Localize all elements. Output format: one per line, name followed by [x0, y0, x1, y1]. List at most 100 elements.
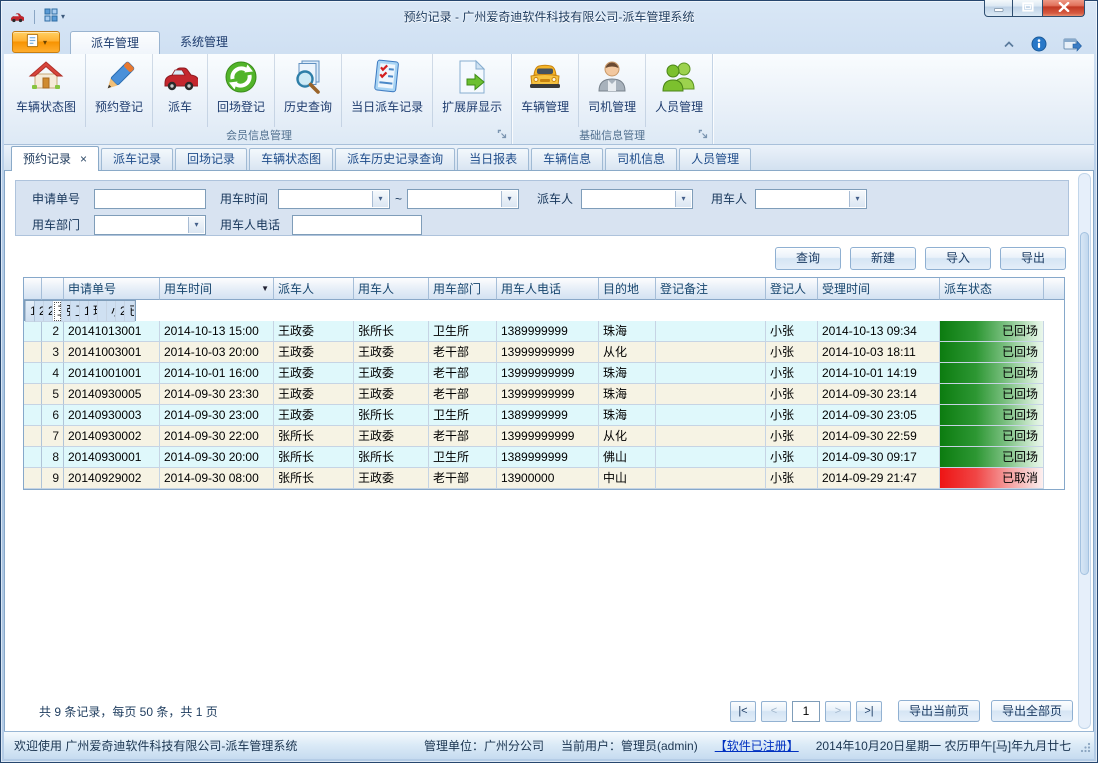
cell-phone[interactable]: 13999999999	[497, 342, 599, 363]
cell-dept[interactable]: 卫生所	[429, 405, 497, 426]
doc-tab[interactable]: 回场记录	[175, 148, 247, 170]
cell-status[interactable]: 已回场	[940, 384, 1044, 405]
cell-dept[interactable]: 老干部	[429, 384, 497, 405]
table-row[interactable]: 9201409290022014-09-30 08:00张所长王政委老干部139…	[24, 468, 1064, 489]
dialog-launcher-icon[interactable]	[698, 129, 709, 140]
cell-accept_time[interactable]: 2014-09-30 22:59	[818, 426, 940, 447]
cell-use_time[interactable]: 2014-09-30 08:00	[160, 468, 274, 489]
cell-use_time[interactable]: 2014-09-30 23:00	[160, 405, 274, 426]
minimize-button[interactable]	[984, 0, 1013, 17]
cell-status[interactable]: 已回场	[940, 363, 1044, 384]
ribbon-button-screen-arrow[interactable]: 扩展屏显示	[433, 54, 511, 127]
doc-tab[interactable]: 预约记录×	[11, 146, 99, 171]
cell-dept[interactable]: 卫生所	[429, 321, 497, 342]
cell-remark[interactable]	[656, 405, 766, 426]
cell-accept_time[interactable]: 2014-10-20 10:24	[116, 301, 125, 322]
cell-status[interactable]: 已回场	[940, 321, 1044, 342]
cell-user[interactable]: 张所长	[62, 301, 71, 322]
cell-accept_time[interactable]: 2014-09-30 23:05	[818, 405, 940, 426]
cell-status[interactable]: 已回场	[940, 447, 1044, 468]
cell-accept_time[interactable]: 2014-10-13 09:34	[818, 321, 940, 342]
cell-order_no[interactable]: 20140930005	[64, 384, 160, 405]
cell-use_time[interactable]: 2014-09-30 20:00	[160, 447, 274, 468]
cell-user[interactable]: 王政委	[354, 426, 429, 447]
license-link[interactable]: 【软件已注册】	[715, 737, 799, 754]
cell-phone[interactable]: 1389999999	[80, 301, 89, 322]
cell-user[interactable]: 张所长	[354, 405, 429, 426]
select-button[interactable]: ▾	[849, 191, 865, 207]
next-page-button[interactable]: >	[825, 701, 851, 722]
cell-accept_time[interactable]: 2014-09-30 23:14	[818, 384, 940, 405]
application-menu-button[interactable]: ▾	[12, 31, 60, 53]
ribbon-button-checklist[interactable]: 当日派车记录	[342, 54, 433, 127]
select-button[interactable]: ▾	[188, 217, 204, 233]
close-tab-icon[interactable]: ×	[80, 152, 87, 166]
cell-phone[interactable]: 1389999999	[497, 321, 599, 342]
doc-tab[interactable]: 当日报表	[457, 148, 529, 170]
doc-tab[interactable]: 司机信息	[605, 148, 677, 170]
ribbon-button-driver[interactable]: 司机管理	[579, 54, 646, 127]
cell-user[interactable]: 王政委	[354, 363, 429, 384]
quick-access-layout-button[interactable]: ▾	[41, 7, 68, 26]
cell-order_no[interactable]: 20140930001	[64, 447, 160, 468]
export-all-pages-button[interactable]: 导出全部页	[991, 700, 1073, 722]
cell-use_time[interactable]: 2014-10-03 20:00	[160, 342, 274, 363]
cell-order_no[interactable]: 20140929002	[64, 468, 160, 489]
order-no-input[interactable]	[94, 189, 206, 209]
cell-registrar[interactable]: 小张	[766, 342, 818, 363]
table-row[interactable]: 6201409300032014-09-30 23:00王政委张所长卫生所138…	[24, 405, 1064, 426]
cell-remark[interactable]	[656, 384, 766, 405]
titlebar[interactable]: ▾ 预约记录 - 广州爱奇迪软件科技有限公司-派车管理系统	[4, 4, 1094, 27]
resize-grip-icon[interactable]	[1080, 742, 1091, 756]
cell-dest[interactable]: 佛山	[599, 447, 656, 468]
table-row[interactable]: 1201410200012014-10-20 13:00王政委张所长卫生所138…	[24, 300, 136, 321]
cell-order_no[interactable]: 20141013001	[64, 321, 160, 342]
cell-phone[interactable]: 1389999999	[497, 405, 599, 426]
import-button[interactable]: 导入	[925, 247, 991, 270]
cell-dept[interactable]: 老干部	[429, 426, 497, 447]
select-button[interactable]: ▾	[501, 191, 517, 207]
cell-dest[interactable]: 从化	[599, 342, 656, 363]
table-row[interactable]: 8201409300012014-09-30 20:00张所长张所长卫生所138…	[24, 447, 1064, 468]
cell-dept[interactable]: 老干部	[429, 468, 497, 489]
cell-order_no[interactable]: 20141020001	[35, 301, 44, 322]
cell-dest[interactable]: 珠海	[599, 363, 656, 384]
cell-dispatcher[interactable]: 王政委	[274, 342, 354, 363]
cell-phone[interactable]: 1389999999	[497, 447, 599, 468]
cell-dispatcher[interactable]: 王政委	[274, 321, 354, 342]
app-icon[interactable]	[10, 10, 28, 24]
cell-dest[interactable]: 中山	[599, 468, 656, 489]
cell-registrar[interactable]: 小张	[766, 384, 818, 405]
ribbon-button-car-yellow[interactable]: 车辆管理	[512, 54, 579, 127]
last-page-button[interactable]: >|	[856, 701, 882, 722]
ribbon-button-recycle[interactable]: 回场登记	[208, 54, 275, 127]
cell-dispatcher[interactable]: 张所长	[274, 468, 354, 489]
phone-input[interactable]	[292, 215, 422, 235]
ribbon-button-pencil[interactable]: 预约登记	[86, 54, 153, 127]
column-header-remark[interactable]: 登记备注	[656, 278, 766, 300]
cell-accept_time[interactable]: 2014-10-03 18:11	[818, 342, 940, 363]
cell-dest[interactable]: 珠海	[599, 405, 656, 426]
column-header-accept_time[interactable]: 受理时间	[818, 278, 940, 300]
cell-order_no[interactable]: 20140930002	[64, 426, 160, 447]
export-current-page-button[interactable]: 导出当前页	[898, 700, 980, 722]
new-button[interactable]: 新建	[850, 247, 916, 270]
cell-dispatcher[interactable]: 张所长	[274, 426, 354, 447]
prev-page-button[interactable]: <	[761, 701, 787, 722]
collapse-ribbon-icon[interactable]	[1003, 40, 1015, 48]
doc-tab[interactable]: 车辆状态图	[249, 148, 333, 170]
column-header-dept[interactable]: 用车部门	[429, 278, 497, 300]
select-button[interactable]: ▾	[675, 191, 691, 207]
doc-tab[interactable]: 车辆信息	[531, 148, 603, 170]
cell-use_time[interactable]: 2014-09-30 22:00	[160, 426, 274, 447]
cell-status[interactable]: 已取消	[940, 468, 1044, 489]
doc-tab[interactable]: 派车记录	[101, 148, 173, 170]
cell-registrar[interactable]: 小张	[766, 447, 818, 468]
page-number-input[interactable]	[792, 701, 820, 722]
cell-status[interactable]: 已回场	[940, 342, 1044, 363]
first-page-button[interactable]: |<	[730, 701, 756, 722]
ribbon-button-people[interactable]: 人员管理	[646, 54, 712, 127]
cell-accept_time[interactable]: 2014-09-30 09:17	[818, 447, 940, 468]
query-button[interactable]: 查询	[775, 247, 841, 270]
table-row[interactable]: 3201410030012014-10-03 20:00王政委王政委老干部139…	[24, 342, 1064, 363]
